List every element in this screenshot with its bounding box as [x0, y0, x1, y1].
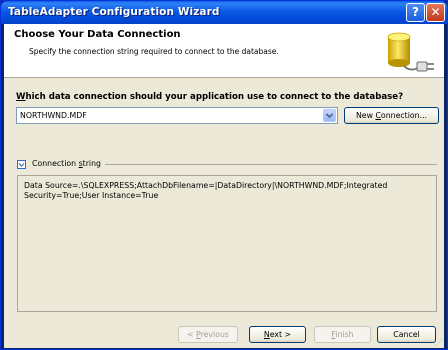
group-divider [105, 164, 437, 165]
collapse-glyph [18, 163, 25, 167]
next-rest: ext > [269, 330, 292, 339]
connection-select-value: NORTHWND.MDF [20, 111, 87, 120]
connection-string-text[interactable]: Data Source=.\SQLEXPRESS;AttachDbFilenam… [24, 181, 432, 201]
collapse-icon[interactable] [17, 160, 26, 169]
connection-question-label: Which data connection should your applic… [16, 92, 403, 102]
page-description: Specify the connection string required t… [29, 47, 279, 56]
close-icon[interactable]: ✕ [426, 3, 445, 22]
connection-string-rest: tring [82, 159, 101, 168]
wizard-client-area: Choose Your Data Connection Specify the … [4, 24, 444, 348]
question-text: hich data connection should your applica… [25, 92, 404, 102]
finish-rest: inish [335, 330, 354, 339]
new-connection-button[interactable]: New Connection... [344, 107, 439, 124]
connection-string-box[interactable]: Data Source=.\SQLEXPRESS;AttachDbFilenam… [17, 175, 437, 312]
resize-grip-icon[interactable]: ⋰ [435, 338, 443, 347]
wizard-window: TableAdapter Configuration Wizard ? ✕ Ch… [0, 0, 448, 350]
previous-rest: revious [200, 330, 229, 339]
previous-button[interactable]: < Previous [178, 326, 238, 343]
chevron-down-icon[interactable] [323, 109, 336, 122]
finish-button[interactable]: Finish [314, 326, 371, 343]
title-bar[interactable]: TableAdapter Configuration Wizard ? ✕ [1, 1, 447, 24]
next-button[interactable]: Next > [249, 326, 306, 343]
page-title: Choose Your Data Connection [14, 29, 181, 40]
connection-string-prefix: Connection [32, 159, 79, 168]
wizard-header: Choose Your Data Connection Specify the … [4, 24, 444, 78]
cancel-button[interactable]: Cancel [377, 326, 436, 343]
connection-string-label: Connection string [32, 159, 101, 168]
database-plug-icon [387, 32, 434, 72]
previous-prefix: < [187, 330, 197, 339]
connection-select[interactable]: NORTHWND.MDF [16, 107, 338, 124]
window-title: TableAdapter Configuration Wizard [8, 6, 220, 18]
new-connection-rest: onnection... [380, 111, 428, 120]
new-connection-prefix: New [355, 111, 376, 120]
help-icon[interactable]: ? [406, 3, 425, 22]
chevron-down-glyph [325, 113, 334, 119]
